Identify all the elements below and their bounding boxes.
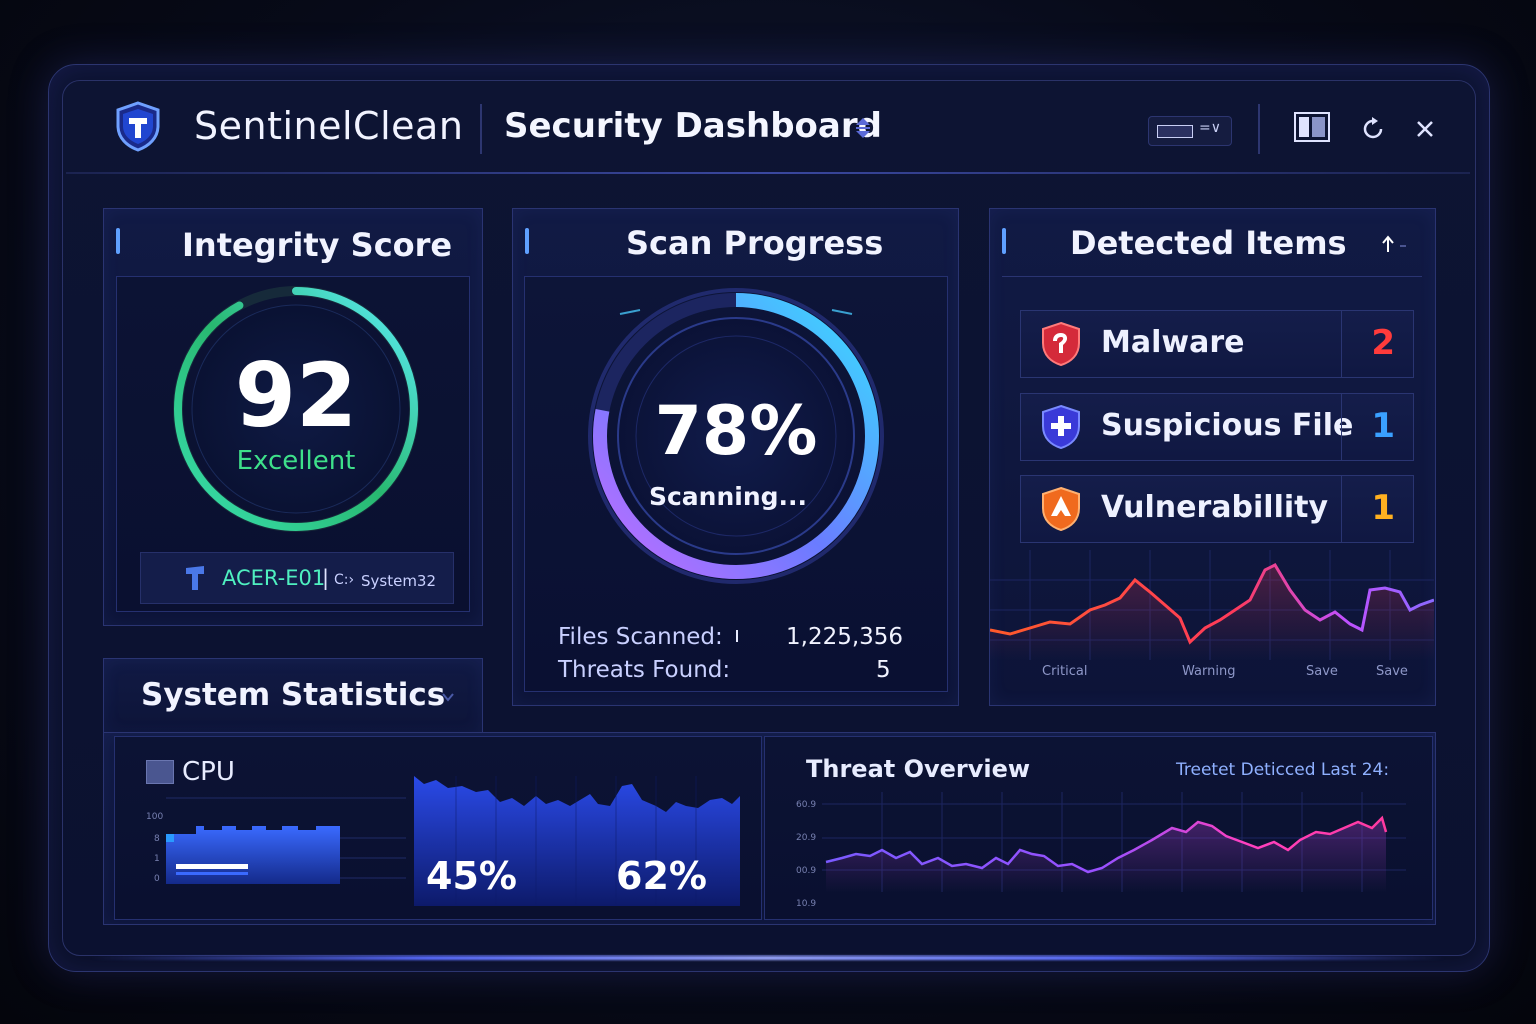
- threats-found-label: Threats Found:: [558, 657, 731, 683]
- suspicious-file-shield-icon: [1042, 404, 1080, 450]
- integrity-score-title: Integrity Score: [182, 226, 453, 264]
- detected-items-title: Detected Items: [1070, 224, 1347, 262]
- device-name: ACER-E01: [222, 566, 326, 590]
- keyboard-icon: [1157, 125, 1193, 138]
- files-scanned-label: Files Scanned:: [558, 624, 723, 650]
- row-divider: [1341, 311, 1342, 377]
- detected-item-count: 2: [1371, 323, 1395, 363]
- view-selector-label: =∨: [1199, 120, 1221, 136]
- cpu-axis-tick: 1: [154, 854, 160, 864]
- detected-item-count: 1: [1371, 406, 1395, 446]
- scan-status: Scanning...: [648, 482, 808, 511]
- refresh-icon[interactable]: [1360, 116, 1386, 142]
- detected-trend-chart: [990, 550, 1434, 660]
- threat-y-tick: 00.9: [796, 866, 817, 876]
- files-marker: [736, 630, 738, 642]
- panel-icon[interactable]: [1294, 112, 1330, 142]
- detected-item-count: 1: [1371, 488, 1395, 528]
- threat-overview-chart: [822, 792, 1406, 892]
- system-statistics-title: System Statistics: [141, 677, 446, 713]
- detected-item-suspicious-file[interactable]: Suspicious File 1: [1020, 393, 1414, 461]
- panel-marker: [525, 228, 529, 254]
- threat-y-tick: 60.9: [796, 800, 817, 810]
- vulnerability-shield-icon: [1042, 486, 1080, 532]
- path-separator: |: [322, 566, 330, 590]
- detected-divider: [1002, 276, 1422, 277]
- chart-label-warning: Warning: [1182, 664, 1236, 679]
- row-divider: [1341, 394, 1342, 460]
- chart-label-save-2: Save: [1376, 664, 1408, 679]
- header-divider-right: [1258, 104, 1260, 154]
- row-divider: [1341, 476, 1342, 542]
- bottom-glow: [90, 956, 1446, 960]
- sort-icon[interactable]: [852, 116, 874, 140]
- detected-item-vulnerability[interactable]: Vulnerabillity 1: [1020, 475, 1414, 543]
- chart-label-critical: Critical: [1042, 664, 1088, 679]
- threat-y-tick: 10.9: [796, 899, 817, 909]
- view-selector-dropdown[interactable]: =∨: [1148, 116, 1232, 146]
- chart-label-save: Save: [1306, 664, 1338, 679]
- sort-up-icon[interactable]: [1380, 234, 1410, 254]
- shield-logo-icon: [116, 101, 160, 152]
- cpu-axis-tick: 100: [146, 812, 164, 822]
- panel-marker: [116, 228, 120, 254]
- threat-overview-title: Threat Overview: [806, 755, 1031, 783]
- malware-shield-icon: [1042, 321, 1080, 367]
- detected-item-label: Suspicious File: [1101, 408, 1354, 443]
- threat-y-tick: 20.9: [796, 833, 817, 843]
- scan-percent: 78%: [654, 392, 818, 471]
- header-divider: [480, 104, 482, 154]
- cpu-axis-tick: 8: [154, 834, 160, 844]
- computer-icon: [186, 566, 204, 590]
- scan-progress-title: Scan Progress: [626, 224, 884, 262]
- panel-marker: [1002, 228, 1006, 254]
- other-percent: 62%: [616, 854, 707, 898]
- detected-item-malware[interactable]: Malware 2: [1020, 310, 1414, 378]
- cpu-percent: 45%: [426, 854, 517, 898]
- brand-name: SentinelClean: [194, 104, 464, 148]
- integrity-rating: Excellent: [236, 446, 356, 476]
- files-scanned-value: 1,225,356: [786, 624, 904, 650]
- header-separator: [66, 172, 1470, 174]
- chevron-down-icon[interactable]: [440, 690, 456, 704]
- path-folder: System32: [361, 572, 437, 590]
- detected-item-label: Malware: [1101, 325, 1245, 360]
- threat-overview-subtitle: Treetet Deticced Last 24:: [1176, 760, 1390, 780]
- close-icon[interactable]: [1414, 118, 1436, 140]
- path-drive: C:›: [334, 572, 355, 588]
- page-title: Security Dashboard: [504, 106, 882, 146]
- integrity-score-value: 92: [234, 344, 358, 447]
- threats-found-value: 5: [876, 657, 891, 683]
- cpu-axis-tick: 0: [154, 874, 160, 884]
- detected-item-label: Vulnerabillity: [1101, 490, 1329, 525]
